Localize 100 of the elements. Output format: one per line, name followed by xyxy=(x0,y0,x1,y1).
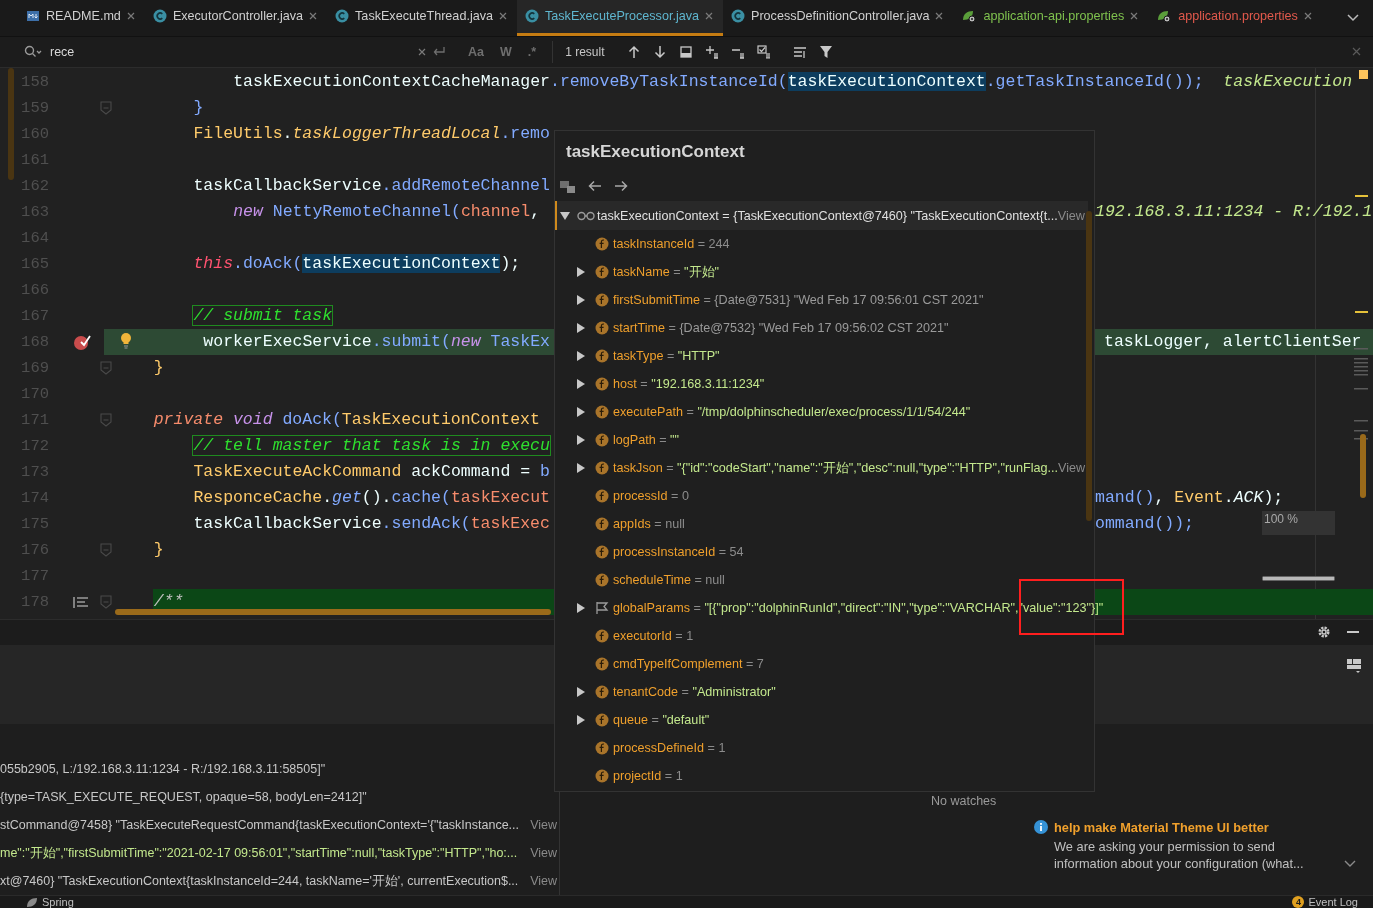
expand-arrow-icon[interactable] xyxy=(575,407,587,417)
glasses-icon xyxy=(577,210,595,221)
code-text: new NettyRemoteChannel(channel, xyxy=(233,201,541,221)
view-link[interactable]: View xyxy=(1057,208,1085,223)
status-item[interactable]: Event Log xyxy=(1308,896,1358,908)
hierarchy-icon[interactable] xyxy=(560,179,576,193)
search-field[interactable]: rece xyxy=(50,44,410,59)
expand-arrow-icon[interactable] xyxy=(575,295,587,305)
close-icon[interactable] xyxy=(1303,12,1312,21)
expand-arrow-icon[interactable] xyxy=(575,687,587,697)
lines-icon[interactable] xyxy=(792,44,807,59)
layout-icon[interactable] xyxy=(1347,658,1361,673)
variable-text: executorId = 1 xyxy=(613,629,694,643)
class-icon xyxy=(525,9,539,24)
settings-file-icon xyxy=(1156,9,1173,24)
status-indicator-icon xyxy=(1359,69,1368,79)
editor-tab[interactable]: TaskExecuteThread.java xyxy=(327,0,517,36)
doc-comment-icon[interactable] xyxy=(73,595,89,609)
expand-arrow-icon[interactable] xyxy=(575,603,587,613)
close-icon[interactable] xyxy=(935,12,944,21)
field-icon xyxy=(595,685,609,699)
code-text: taskLogger, alertClientSer xyxy=(1103,330,1362,353)
variable-text: tenantCode = "Administrator" xyxy=(613,685,776,699)
field-icon xyxy=(595,769,609,783)
lightbulb-icon[interactable] xyxy=(120,331,132,349)
expand-arrow-icon[interactable] xyxy=(575,715,587,725)
settings-icon[interactable] xyxy=(1317,625,1331,640)
arrow-down-icon[interactable] xyxy=(652,44,667,59)
expand-arrow-icon[interactable] xyxy=(575,267,587,277)
add-occurrence-icon[interactable] xyxy=(704,44,719,59)
editor-tab[interactable]: TaskExecuteProcessor.java xyxy=(517,0,723,36)
code-text: FileUtils.taskLoggerThreadLocal.remo xyxy=(193,123,550,143)
close-icon[interactable] xyxy=(309,12,318,21)
field-icon xyxy=(595,265,609,279)
variable-text: taskName = "开始" xyxy=(613,263,719,281)
status-item[interactable]: Spring xyxy=(42,896,74,908)
minimize-icon[interactable] xyxy=(1347,631,1359,634)
newline-icon[interactable] xyxy=(432,45,446,58)
expand-arrow-icon[interactable] xyxy=(575,323,587,333)
variable-text: {type=TASK_EXECUTE_REQUEST, opaque=58, bodyLen=2412]" xyxy=(0,790,367,804)
close-icon[interactable] xyxy=(1352,47,1361,57)
field-icon xyxy=(595,405,609,419)
code-text: 192.168.3.11:1234 - R:/192.1 xyxy=(1095,200,1373,223)
editor-tab[interactable]: README.md xyxy=(18,0,145,36)
view-link[interactable]: View xyxy=(530,846,559,860)
select-all-icon[interactable] xyxy=(756,44,771,59)
filter-icon[interactable] xyxy=(818,44,833,59)
variable-text: 055b2905, L:/192.168.3.11:1234 - R:/192.168.3.11:58505]" xyxy=(0,762,326,776)
scrollbar-thumb[interactable] xyxy=(1086,211,1092,521)
variable-text: host = "192.168.3.11:1234" xyxy=(613,377,765,391)
chevron-down-icon[interactable] xyxy=(1347,13,1359,22)
variable-text: cmdTypeIfComplement = 7 xyxy=(613,657,764,671)
view-link[interactable]: View xyxy=(530,874,559,888)
notification-title[interactable]: help make Material Theme UI better xyxy=(1054,820,1326,835)
view-link[interactable]: View xyxy=(530,818,559,832)
arrow-left-icon[interactable] xyxy=(588,180,602,192)
field-icon xyxy=(595,713,609,727)
code-text: } xyxy=(153,357,164,377)
editor-tab[interactable]: ExecutorController.java xyxy=(144,0,328,36)
variable-text: taskJson = "{"id":"codeStart","name":"开始","desc":null,"type":"HTTP","runFlag... xyxy=(613,459,1059,477)
close-icon[interactable] xyxy=(126,12,135,21)
notification-text: We are asking your permission to send information about your configuration (what... xyxy=(1054,838,1305,872)
collapse-arrow-icon[interactable] xyxy=(559,210,571,221)
variable-text: processId = 0 xyxy=(613,489,689,503)
variable-text: queue = "default" xyxy=(613,713,710,727)
scrollbar-thumb[interactable] xyxy=(1360,433,1366,498)
count-badge: 4 xyxy=(1292,896,1305,908)
window-icon[interactable] xyxy=(678,44,693,59)
scrollbar-thumb[interactable] xyxy=(115,608,551,615)
expand-arrow-icon[interactable] xyxy=(575,379,587,389)
chevron-down-icon[interactable] xyxy=(1344,860,1356,868)
variable-text: stCommand@7458} "TaskExecuteRequestCommand{taskExecutionContext='{"taskInstance... xyxy=(0,818,520,832)
editor-tab[interactable]: application.properties xyxy=(1148,0,1322,36)
arrow-up-icon[interactable] xyxy=(626,44,641,59)
field-icon xyxy=(595,629,609,643)
empty-state-text: No watches xyxy=(931,794,997,808)
expand-arrow-icon[interactable] xyxy=(575,351,587,361)
code-text: } xyxy=(153,539,164,559)
code-text: // submit task xyxy=(193,305,333,325)
variable-text: processDefineId = 1 xyxy=(613,741,726,755)
variable-text: taskInstanceId = 244 xyxy=(613,237,730,251)
code-text: mand(), Event.ACK); xyxy=(1095,486,1284,509)
arrow-right-icon[interactable] xyxy=(614,180,628,192)
close-icon[interactable] xyxy=(1130,12,1139,21)
editor-tab[interactable]: ProcessDefinitionController.java xyxy=(723,0,954,36)
expand-arrow-icon[interactable] xyxy=(575,463,587,473)
view-link[interactable]: View xyxy=(1058,461,1086,475)
result-count: 1 result xyxy=(565,44,605,59)
tree-row[interactable]: taskExecutionContext = {TaskExecutionContext@7460} "TaskExecutionContext{t...View xyxy=(555,201,1088,230)
field-icon xyxy=(595,237,609,251)
close-icon[interactable] xyxy=(418,47,426,56)
scrollbar-thumb[interactable] xyxy=(1262,575,1335,581)
expand-arrow-icon[interactable] xyxy=(575,435,587,445)
variable-text: me":"开始","firstSubmitTime":"2021-02-17 09:56:01","startTime":null,"taskType":"HTTP","ho:... xyxy=(0,844,518,862)
code-text: taskCallbackService.addRemoteChannel xyxy=(193,175,550,195)
code-text: ResponceCache.get().cache(taskExecut xyxy=(193,487,550,507)
close-icon[interactable] xyxy=(705,12,713,21)
close-icon[interactable] xyxy=(499,12,507,21)
editor-tab[interactable]: application-api.properties xyxy=(953,0,1149,36)
scrollbar-thumb[interactable] xyxy=(8,67,14,180)
